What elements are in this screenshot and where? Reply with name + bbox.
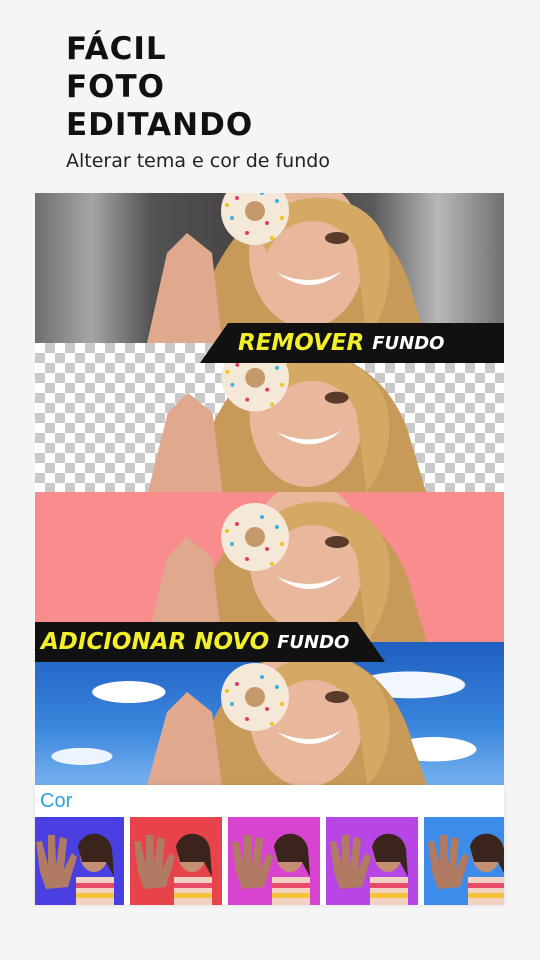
headline-line-3: EDITANDO xyxy=(66,107,254,143)
subtitle: Alterar tema e cor de fundo xyxy=(66,150,330,172)
person-thumbnail-image xyxy=(232,833,310,905)
person-thumbnail-image xyxy=(330,833,408,905)
add-background-banner: ADICIONAR NOVO FUNDO xyxy=(35,622,385,662)
add-banner-subtitle: FUNDO xyxy=(277,631,350,653)
person-thumbnail-image xyxy=(134,833,212,905)
girl-cutout xyxy=(147,343,427,492)
add-banner-title: ADICIONAR NOVO xyxy=(41,629,270,655)
girl-photo xyxy=(147,193,427,343)
color-thumbnail[interactable] xyxy=(130,817,222,905)
color-thumbnail[interactable] xyxy=(35,817,124,905)
remove-background-banner: REMOVER FUNDO xyxy=(200,323,504,363)
removed-background-panel xyxy=(35,343,504,492)
headline: FÁCIL FOTO EDITANDO xyxy=(66,30,253,144)
girl-on-sky xyxy=(147,642,427,785)
headline-line-1: FÁCIL xyxy=(66,31,167,67)
sky-background-panel xyxy=(35,642,504,785)
girl-on-pink xyxy=(147,492,427,642)
person-thumbnail-image xyxy=(428,833,504,905)
headline-line-2: FOTO xyxy=(66,69,166,105)
original-photo-panel xyxy=(35,193,504,343)
remove-banner-title: REMOVER xyxy=(238,330,365,356)
color-panel: Cor xyxy=(35,785,504,905)
color-thumbnail[interactable] xyxy=(424,817,504,905)
remove-banner-subtitle: FUNDO xyxy=(372,332,445,354)
color-thumbnail[interactable] xyxy=(228,817,320,905)
person-thumbnail-image xyxy=(36,833,114,905)
pink-background-panel xyxy=(35,492,504,642)
color-thumbnail[interactable] xyxy=(326,817,418,905)
color-thumbnail-list[interactable] xyxy=(35,817,504,905)
color-panel-label: Cor xyxy=(40,790,73,812)
